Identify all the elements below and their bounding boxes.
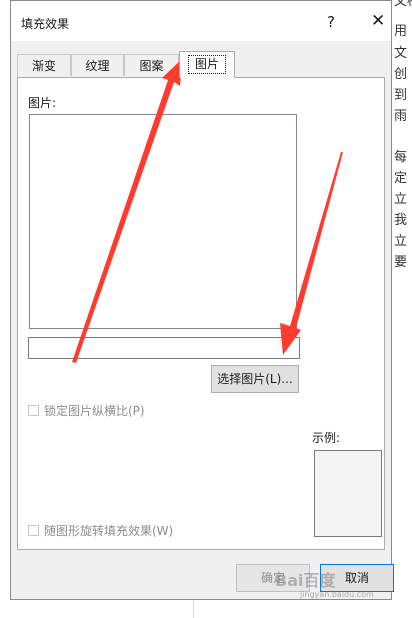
dialog-titlebar[interactable]: 填充效果 ? ✕ [11, 1, 391, 41]
doc-text: 立 [394, 192, 408, 207]
cancel-label: 取消 [344, 571, 369, 585]
rotate-with-shape-label: 随图形旋转填充效果(W) [44, 524, 174, 538]
doc-text: 定 [394, 171, 408, 186]
background-divider [193, 600, 194, 618]
close-icon[interactable]: ✕ [371, 11, 385, 31]
tab-label: 图案 [139, 59, 164, 73]
tab-label: 渐变 [31, 59, 56, 73]
doc-text: 用 [394, 24, 408, 39]
doc-text: 创 [394, 67, 408, 82]
picture-preview [29, 114, 297, 329]
picture-label: 图片: [28, 96, 57, 110]
fill-effects-dialog: 填充效果 ? ✕ 渐变 纹理 图案 图片 图片: 选择图片(L)... 锁定图片… [10, 0, 394, 600]
tab-label: 图片 [187, 55, 226, 74]
picture-filename-field[interactable] [28, 337, 300, 359]
tab-picture[interactable]: 图片 [179, 51, 235, 78]
doc-text: 到 [394, 88, 408, 103]
doc-text: 雨 [394, 109, 408, 124]
dialog-title: 填充效果 [21, 17, 70, 31]
baidu-watermark: Bai百度 [275, 571, 336, 590]
baidu-watermark-url: jingyan.baidu.com [300, 590, 374, 599]
doc-text: 要 [394, 255, 408, 270]
doc-text: 立 [394, 234, 408, 249]
sample-label: 示例: [312, 431, 341, 445]
help-button[interactable]: ? [327, 13, 335, 31]
doc-text: 每 [394, 150, 408, 165]
checkbox-box[interactable] [28, 405, 39, 416]
rotate-with-shape-checkbox[interactable]: 随图形旋转填充效果(W) [28, 522, 173, 539]
tab-pattern[interactable]: 图案 [124, 54, 179, 76]
tab-gradient[interactable]: 渐变 [17, 54, 71, 76]
tab-texture[interactable]: 纹理 [71, 54, 124, 76]
doc-text: 文档 [394, 0, 412, 9]
tab-label: 纹理 [85, 59, 110, 73]
picture-tab-panel: 图片: 选择图片(L)... 锁定图片纵横比(P) 示例: 随图形旋转填充效果(… [17, 77, 385, 550]
background-document: 文档 用 文 创 到 雨 每 定 立 我 立 要 [392, 0, 412, 618]
checkbox-box[interactable] [28, 525, 39, 536]
doc-text: 我 [394, 213, 408, 228]
lock-aspect-checkbox[interactable]: 锁定图片纵横比(P) [28, 402, 145, 419]
doc-text: 文 [394, 46, 408, 61]
sample-preview [314, 450, 382, 537]
background-document-bottom [0, 600, 412, 618]
lock-aspect-label: 锁定图片纵横比(P) [44, 404, 145, 418]
select-picture-label: 选择图片(L)... [217, 372, 293, 386]
select-picture-button[interactable]: 选择图片(L)... [211, 365, 299, 393]
